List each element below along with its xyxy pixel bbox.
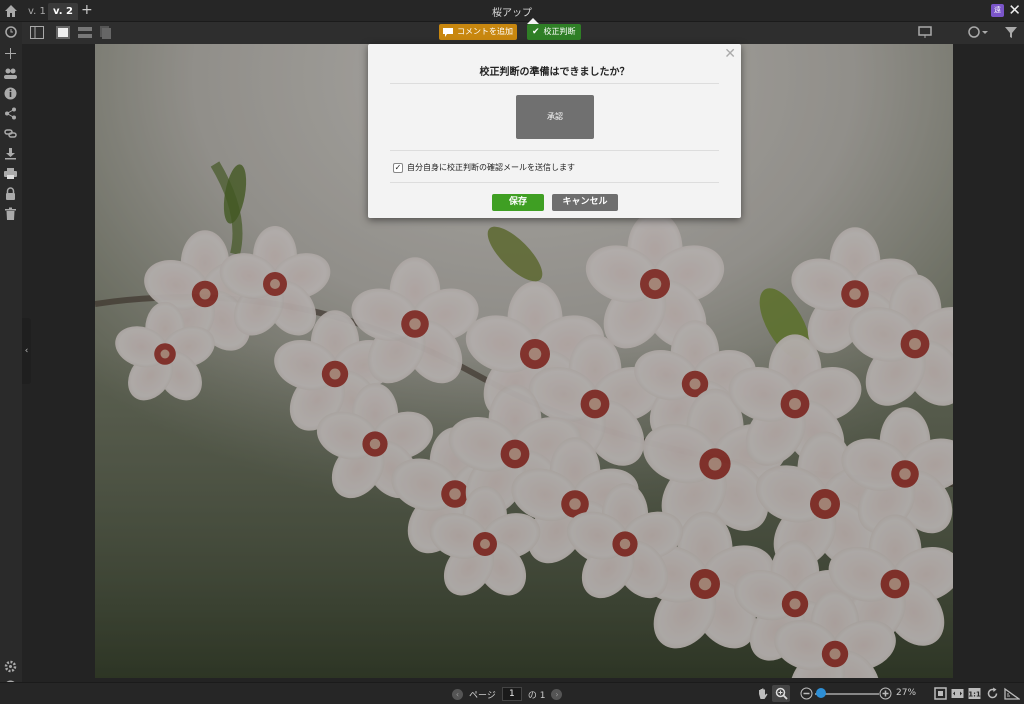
fit-screen-icon[interactable] (934, 687, 947, 700)
page-number-input[interactable]: 1 (501, 687, 522, 701)
zoom-out-icon[interactable] (800, 687, 813, 700)
page-label: ページ (469, 690, 496, 701)
add-icon[interactable] (4, 47, 17, 60)
settings-icon[interactable] (4, 660, 17, 673)
checkmark-icon: ✔ (532, 27, 540, 37)
proof-decision-dialog: ✕ 校正判断の準備はできましたか？ 承認 ✓ 自分自身に校正判断の確認メールを送… (368, 44, 741, 218)
email-confirmation-label: 自分自身に校正判断の確認メールを送信します (407, 163, 575, 172)
trash-icon[interactable] (4, 207, 17, 220)
divider (390, 83, 719, 84)
presentation-icon[interactable] (918, 26, 932, 39)
download-icon[interactable] (4, 147, 17, 160)
app-badge-icon[interactable]: 遠 (991, 4, 1004, 17)
users-icon[interactable] (4, 67, 17, 80)
single-page-view-icon[interactable] (56, 26, 70, 39)
hand-tool-icon[interactable] (756, 687, 769, 700)
dialog-title: 校正判断の準備はできましたか？ (479, 67, 630, 78)
zoom-in-icon[interactable] (879, 687, 892, 700)
zoom-slider-knob[interactable] (816, 688, 827, 698)
email-confirmation-checkbox[interactable]: ✓ (393, 162, 403, 173)
ruler-icon[interactable] (1004, 687, 1020, 700)
share-icon[interactable] (4, 107, 17, 120)
filter-icon[interactable] (1004, 26, 1018, 39)
next-page-button[interactable]: › (551, 688, 563, 700)
proof-decision-button[interactable]: ✔ 校正判断 (527, 24, 581, 40)
add-comment-button[interactable]: コメントを追加 (439, 24, 517, 40)
history-icon[interactable] (4, 25, 17, 38)
actual-size-icon[interactable]: 1:1 (968, 687, 981, 700)
proof-decision-label: 校正判断 (543, 27, 576, 36)
divider (390, 150, 719, 151)
window-title: 桜アップ (492, 8, 532, 19)
page-total-label: の 1 (527, 690, 546, 701)
link-icon[interactable] (4, 127, 17, 140)
sidebar-view-icon[interactable] (30, 26, 44, 39)
bottom-bar: ‹ ページ 1 の 1 › 27% 1:1 (0, 682, 1024, 704)
divider (390, 182, 719, 183)
collapse-sidebar-handle[interactable]: ‹ (22, 318, 31, 384)
approve-button[interactable]: 承認 (516, 95, 594, 139)
print-icon[interactable] (4, 167, 17, 180)
prev-page-button[interactable]: ‹ (452, 688, 463, 700)
split-view-icon[interactable] (78, 26, 92, 39)
modal-pointer (527, 18, 539, 24)
close-window-button[interactable]: ✕ (1008, 1, 1021, 19)
svg-text:1:1: 1:1 (968, 691, 981, 699)
zoom-value: 27% (896, 688, 917, 698)
pager: ‹ ページ 1 の 1 › (452, 686, 563, 702)
fit-width-icon[interactable] (951, 687, 964, 700)
comment-icon (443, 27, 453, 37)
app-window: v. 1 v. 2 + 桜アップ 遠 ✕ コメントを追加 ✔ 校正判断 ‹ ‹ … (0, 0, 1024, 704)
comment-filter-dropdown-icon[interactable] (968, 26, 988, 39)
lock-icon[interactable] (4, 187, 17, 200)
rotate-icon[interactable] (986, 687, 999, 700)
compare-view-icon[interactable] (98, 26, 112, 39)
left-sidebar: ? (0, 22, 22, 693)
email-confirmation-option[interactable]: ✓ 自分自身に校正判断の確認メールを送信します (393, 162, 575, 173)
cancel-button[interactable]: キャンセル (552, 194, 618, 211)
add-comment-label: コメントを追加 (457, 27, 513, 36)
view-toolbar: コメントを追加 ✔ 校正判断 (22, 22, 1024, 44)
save-button[interactable]: 保存 (492, 194, 544, 211)
close-dialog-button[interactable]: ✕ (724, 46, 736, 62)
title-bar: v. 1 v. 2 + 桜アップ 遠 ✕ (0, 0, 1024, 22)
zoom-tool-button[interactable] (772, 685, 790, 702)
info-icon[interactable] (4, 87, 17, 100)
zoom-icon (775, 687, 788, 700)
